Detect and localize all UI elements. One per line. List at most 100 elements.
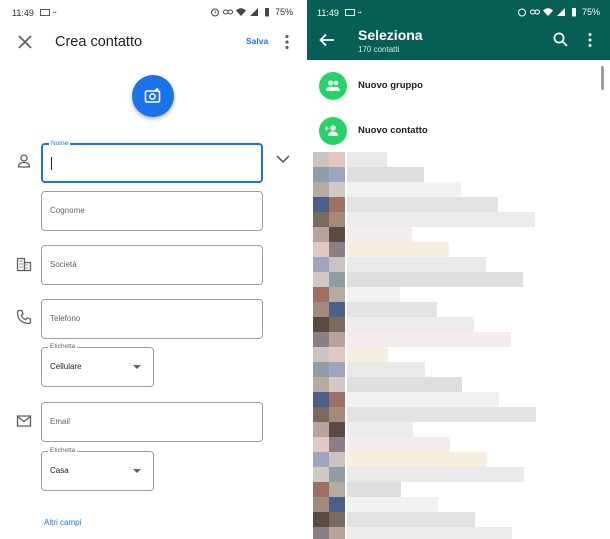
back-arrow-icon[interactable] (319, 33, 335, 47)
blurred-avatar-block (313, 512, 329, 527)
email-label-select[interactable]: Etichetta Casa (41, 447, 154, 491)
group-avatar (319, 72, 347, 100)
person-add-icon (325, 125, 338, 136)
phone-input[interactable]: Telefono (41, 299, 263, 339)
toolbar: Crea contatto Salva (0, 24, 303, 64)
blurred-avatar-block (329, 407, 345, 422)
app-header: 11:49 ▪▪ 75% Seleziona 170 contatti (307, 0, 610, 60)
blurred-avatar-block (329, 422, 345, 437)
blurred-avatar-block (313, 257, 329, 272)
search-icon[interactable] (553, 32, 568, 47)
blurred-name-block (347, 422, 413, 437)
blurred-name-block (347, 467, 524, 482)
blurred-avatar-block (329, 257, 345, 272)
blurred-name-block (347, 257, 486, 272)
blurred-avatar-block (313, 437, 329, 452)
blurred-avatar-block (329, 302, 345, 317)
blurred-avatar-block (313, 467, 329, 482)
chevron-down-icon[interactable] (275, 153, 291, 165)
blurred-name-block (347, 227, 412, 242)
blurred-avatar-block (329, 182, 345, 197)
blurred-avatar-block (329, 467, 345, 482)
dropdown-arrow-icon (133, 365, 141, 369)
blurred-name-block (347, 152, 387, 167)
email-input[interactable]: Email (41, 402, 263, 442)
blurred-name-block (347, 317, 474, 332)
last-name-placeholder: Cognome (50, 206, 85, 215)
status-bar: 11:49 ▪▪ 75% (0, 0, 303, 24)
scrollbar[interactable] (601, 66, 604, 90)
blurred-name-block (347, 302, 437, 317)
blurred-avatar-block (313, 377, 329, 392)
blurred-avatar-block (313, 167, 329, 182)
last-name-input[interactable]: Cognome (41, 191, 263, 231)
blurred-avatar-block (329, 392, 345, 407)
blurred-avatar-block (313, 407, 329, 422)
business-icon (16, 257, 32, 272)
blurred-name-block (347, 392, 499, 407)
blurred-avatar-block (313, 272, 329, 287)
blurred-avatar-block (313, 392, 329, 407)
email-label-value: Casa (50, 466, 69, 475)
blurred-avatar-block (313, 332, 329, 347)
blurred-avatar-block (313, 362, 329, 377)
blurred-avatar-block (329, 317, 345, 332)
blurred-avatar-block (329, 437, 345, 452)
blurred-avatar-block (329, 332, 345, 347)
phone-label-caption: Etichetta (48, 343, 78, 350)
battery-icon (264, 8, 269, 17)
new-group-item[interactable]: Nuovo gruppo (307, 64, 610, 108)
first-name-input[interactable]: Nome (41, 140, 263, 183)
wifi-icon (542, 8, 553, 16)
group-add-icon (326, 80, 340, 91)
blurred-avatar-block (329, 197, 345, 212)
blurred-avatar-block (313, 212, 329, 227)
add-photo-button[interactable] (132, 75, 174, 117)
company-placeholder: Società (50, 260, 77, 269)
blurred-name-block (347, 437, 450, 452)
link-icon (529, 9, 540, 15)
blurred-avatar-block (313, 242, 329, 257)
page-title: Crea contatto (55, 34, 143, 50)
save-button[interactable]: Salva (246, 36, 268, 46)
blurred-name-block (347, 512, 475, 527)
blurred-name-block (347, 362, 425, 377)
blurred-avatar-block (313, 287, 329, 302)
company-input[interactable]: Società (41, 245, 263, 285)
blurred-name-block (347, 527, 512, 539)
blurred-avatar-block (313, 422, 329, 437)
link-icon (222, 9, 233, 15)
blurred-avatar-block (329, 152, 345, 167)
wifi-icon (235, 8, 246, 16)
phone-icon (16, 309, 32, 325)
blurred-name-block (347, 497, 438, 512)
contact-avatar (319, 117, 347, 145)
blurred-avatar-block (313, 152, 329, 167)
blurred-avatar-block (329, 167, 345, 182)
blurred-avatar-block (329, 527, 345, 539)
sim-icon (40, 9, 50, 16)
new-contact-label: Nuovo contatto (358, 125, 428, 136)
blurred-avatar-block (329, 482, 345, 497)
close-icon[interactable] (16, 33, 34, 51)
new-group-label: Nuovo gruppo (358, 80, 423, 91)
blurred-avatar-block (329, 497, 345, 512)
battery-icon (571, 8, 576, 17)
new-contact-item[interactable]: Nuovo contatto (307, 109, 610, 153)
blurred-avatar-block (329, 377, 345, 392)
blurred-avatar-block (329, 512, 345, 527)
first-name-label: Nome (49, 140, 71, 147)
blurred-avatar-block (329, 272, 345, 287)
more-fields-link[interactable]: Altri campi (44, 518, 81, 527)
blurred-name-block (347, 272, 523, 287)
more-vert-icon[interactable] (282, 33, 292, 51)
header-title: Seleziona (358, 27, 423, 43)
phone-label-select[interactable]: Etichetta Cellulare (41, 343, 154, 387)
select-contact-screen: 11:49 ▪▪ 75% Seleziona 170 contatti Nuov… (307, 0, 610, 539)
more-vert-icon[interactable] (587, 32, 593, 48)
phone-label-value: Cellulare (50, 362, 82, 371)
blurred-avatar-block (329, 287, 345, 302)
blurred-avatar-block (313, 197, 329, 212)
blurred-avatar-block (329, 362, 345, 377)
create-contact-screen: 11:49 ▪▪ 75% Crea contatto Salva Nome Co… (0, 0, 303, 539)
